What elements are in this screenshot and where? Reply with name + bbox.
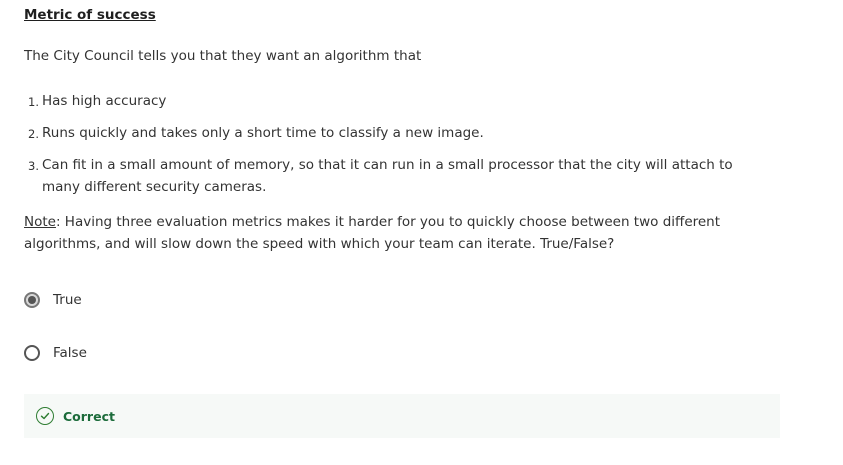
criteria-list: 1. Has high accuracy 2. Runs quickly and… <box>24 90 764 198</box>
option-true[interactable]: True <box>24 289 82 311</box>
radio-dot <box>28 296 36 304</box>
question-intro: The City Council tells you that they wan… <box>24 48 422 64</box>
list-item: 2. Runs quickly and takes only a short t… <box>24 122 764 154</box>
criterion-text: Runs quickly and takes only a short time… <box>42 125 484 141</box>
list-number: 2. <box>28 127 39 141</box>
feedback-banner: Correct <box>24 394 780 438</box>
note-label: Note <box>24 214 56 230</box>
radio-button-selected[interactable] <box>24 292 40 308</box>
criterion-text: Has high accuracy <box>42 93 167 109</box>
option-label[interactable]: False <box>53 345 87 361</box>
option-false[interactable]: False <box>24 342 87 364</box>
note-text: : Having three evaluation metrics makes … <box>24 214 721 252</box>
list-item: 3. Can fit in a small amount of memory, … <box>24 154 764 198</box>
check-circle-icon <box>36 407 54 425</box>
option-label[interactable]: True <box>53 292 82 308</box>
criterion-text: Can fit in a small amount of memory, so … <box>42 157 733 195</box>
list-number: 3. <box>28 159 39 173</box>
question-title: Metric of success <box>24 7 156 23</box>
question-note: Note: Having three evaluation metrics ma… <box>24 211 784 255</box>
radio-button[interactable] <box>24 345 40 361</box>
feedback-status: Correct <box>63 408 115 424</box>
list-number: 1. <box>28 95 39 109</box>
list-item: 1. Has high accuracy <box>24 90 764 122</box>
